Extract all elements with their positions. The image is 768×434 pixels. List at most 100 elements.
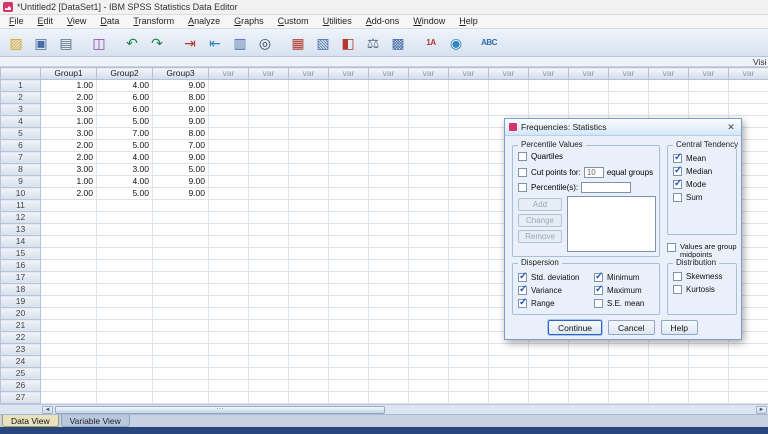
cell[interactable] <box>248 259 289 272</box>
cell[interactable] <box>152 391 209 404</box>
cell[interactable] <box>448 271 489 284</box>
cell[interactable] <box>688 355 729 368</box>
goto-variable-icon-button[interactable]: ⇤ <box>203 31 227 55</box>
column-header-var[interactable]: var <box>368 67 409 80</box>
row-number[interactable]: 16 <box>0 259 41 272</box>
cell[interactable] <box>408 247 449 260</box>
cell[interactable]: 8.00 <box>152 91 209 104</box>
insert-cases-icon-button[interactable]: ▦ <box>286 31 310 55</box>
cell[interactable] <box>368 283 409 296</box>
cell[interactable]: 2.00 <box>40 187 97 200</box>
cut-points-checkbox[interactable] <box>518 168 527 177</box>
cell[interactable] <box>328 295 369 308</box>
cell[interactable]: 5.00 <box>96 139 153 152</box>
cell[interactable] <box>248 223 289 236</box>
value-labels-icon-button[interactable]: 1A <box>419 31 443 55</box>
cell[interactable] <box>208 343 249 356</box>
cell[interactable] <box>40 331 97 344</box>
cell[interactable] <box>288 187 329 200</box>
kurtosis-checkbox[interactable] <box>673 285 682 294</box>
find-icon-button[interactable]: ◎ <box>253 31 277 55</box>
cell[interactable] <box>368 355 409 368</box>
cell[interactable] <box>448 187 489 200</box>
cell[interactable] <box>288 343 329 356</box>
cell[interactable] <box>208 271 249 284</box>
cell[interactable]: 9.00 <box>152 103 209 116</box>
cell[interactable] <box>368 211 409 224</box>
cell[interactable] <box>368 139 409 152</box>
redo-icon-button[interactable]: ↷ <box>145 31 169 55</box>
cell[interactable] <box>96 343 153 356</box>
cell[interactable] <box>408 235 449 248</box>
cell[interactable] <box>368 235 409 248</box>
cell[interactable] <box>208 391 249 404</box>
cell[interactable] <box>528 379 569 392</box>
cell[interactable] <box>288 271 329 284</box>
row-number[interactable]: 12 <box>0 211 41 224</box>
cell[interactable] <box>408 379 449 392</box>
cell[interactable] <box>288 379 329 392</box>
cell[interactable] <box>40 211 97 224</box>
cell[interactable] <box>528 79 569 92</box>
cell[interactable] <box>40 199 97 212</box>
row-number[interactable]: 22 <box>0 331 41 344</box>
cell[interactable] <box>288 235 329 248</box>
cell[interactable] <box>528 355 569 368</box>
cell[interactable] <box>328 199 369 212</box>
cell[interactable]: 3.00 <box>40 163 97 176</box>
cell[interactable] <box>448 211 489 224</box>
cell[interactable] <box>408 331 449 344</box>
cell[interactable] <box>328 79 369 92</box>
cell[interactable] <box>408 391 449 404</box>
cell[interactable] <box>448 379 489 392</box>
row-number[interactable]: 11 <box>0 199 41 212</box>
cell[interactable]: 4.00 <box>96 79 153 92</box>
cell[interactable]: 3.00 <box>40 127 97 140</box>
maximum-checkbox[interactable] <box>594 284 603 295</box>
cell[interactable] <box>408 295 449 308</box>
cell[interactable] <box>408 223 449 236</box>
cell[interactable] <box>40 343 97 356</box>
cell[interactable] <box>248 79 289 92</box>
cell[interactable] <box>688 343 729 356</box>
cell[interactable] <box>152 319 209 332</box>
cell[interactable] <box>208 199 249 212</box>
cell[interactable] <box>248 139 289 152</box>
cell[interactable] <box>568 79 609 92</box>
cell[interactable] <box>40 259 97 272</box>
cell[interactable]: 5.00 <box>152 163 209 176</box>
cell[interactable] <box>448 259 489 272</box>
cell[interactable] <box>448 103 489 116</box>
cell[interactable]: 8.00 <box>152 127 209 140</box>
cell[interactable] <box>248 235 289 248</box>
cell[interactable]: 6.00 <box>96 103 153 116</box>
cell[interactable]: 9.00 <box>152 151 209 164</box>
cell[interactable] <box>288 307 329 320</box>
minimum-checkbox[interactable] <box>594 271 603 282</box>
cell[interactable] <box>408 79 449 92</box>
cell[interactable] <box>448 247 489 260</box>
cell[interactable] <box>208 355 249 368</box>
cell[interactable] <box>96 295 153 308</box>
cell[interactable] <box>408 115 449 128</box>
cell[interactable] <box>96 259 153 272</box>
cell[interactable] <box>40 307 97 320</box>
cell[interactable] <box>288 163 329 176</box>
column-header-var[interactable]: var <box>568 67 609 80</box>
cell[interactable]: 4.00 <box>96 151 153 164</box>
cell[interactable] <box>328 283 369 296</box>
cell[interactable] <box>688 79 729 92</box>
cell[interactable] <box>648 79 689 92</box>
cell[interactable] <box>288 247 329 260</box>
cell[interactable] <box>40 367 97 380</box>
cell[interactable] <box>152 247 209 260</box>
cell[interactable] <box>208 283 249 296</box>
row-number[interactable]: 8 <box>0 163 41 176</box>
cell[interactable] <box>96 235 153 248</box>
menu-item-data[interactable]: Data <box>93 15 126 28</box>
cell[interactable] <box>528 367 569 380</box>
open-data-icon-button[interactable]: ▨ <box>4 31 28 55</box>
cell[interactable] <box>248 175 289 188</box>
cell[interactable] <box>248 271 289 284</box>
cell[interactable] <box>368 199 409 212</box>
